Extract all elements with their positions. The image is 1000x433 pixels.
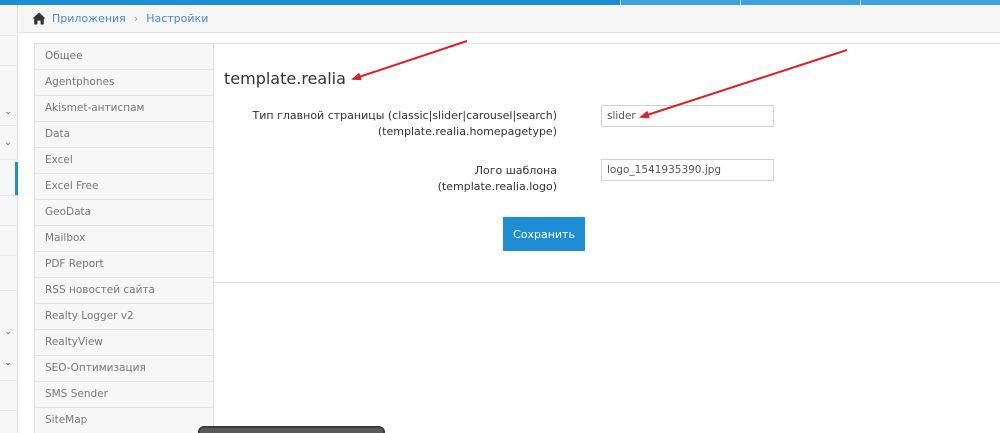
settings-item-data[interactable]: Data xyxy=(35,122,213,148)
settings-item-mailbox[interactable]: Mailbox xyxy=(35,226,213,252)
page-title: template.realia xyxy=(224,69,346,88)
settings-form-panel: template.realia Тип главной страницы (cl… xyxy=(214,43,1000,283)
homepagetype-label-text: Тип главной страницы (classic|slider|car… xyxy=(252,109,557,122)
settings-item-agentphones[interactable]: Agentphones xyxy=(35,70,213,96)
breadcrumb-link-apps[interactable]: Приложения xyxy=(52,12,126,25)
settings-item-rss[interactable]: RSS новостей сайта xyxy=(35,278,213,304)
settings-list: Общее Agentphones Akismet-антиспам Data … xyxy=(34,43,214,433)
divider xyxy=(0,410,18,411)
left-nav-collapsed: ⌄ ⌄ ⌄ ⌄ xyxy=(0,5,18,433)
home-icon[interactable] xyxy=(32,12,46,26)
settings-item-realtyview[interactable]: RealtyView xyxy=(35,330,213,356)
settings-item-sms-sender[interactable]: SMS Sender xyxy=(35,382,213,408)
logo-input[interactable] xyxy=(601,159,774,181)
bottom-popup-edge xyxy=(198,426,385,433)
content-empty-area xyxy=(214,284,1000,433)
divider xyxy=(0,65,18,66)
divider xyxy=(0,380,18,381)
divider xyxy=(0,290,18,291)
chevron-down-icon[interactable]: ⌄ xyxy=(2,137,14,149)
divider xyxy=(0,195,18,196)
save-button[interactable]: Сохранить xyxy=(503,217,585,251)
settings-item-general[interactable]: Общее xyxy=(35,44,213,70)
homepagetype-input[interactable] xyxy=(601,105,774,127)
logo-label: Лого шаблона (template.realia.logo) xyxy=(438,163,557,195)
divider xyxy=(0,255,18,256)
logo-key: (template.realia.logo) xyxy=(437,180,557,193)
breadcrumb-link-settings[interactable]: Настройки xyxy=(146,12,208,25)
chevron-down-icon[interactable]: ⌄ xyxy=(2,357,14,369)
settings-item-geodata[interactable]: GeoData xyxy=(35,200,213,226)
active-indicator xyxy=(15,162,18,196)
logo-label-text: Лого шаблона xyxy=(474,164,557,177)
homepagetype-label: Тип главной страницы (classic|slider|car… xyxy=(253,108,557,140)
settings-item-akismet[interactable]: Akismet-антиспам xyxy=(35,96,213,122)
settings-item-pdf-report[interactable]: PDF Report xyxy=(35,252,213,278)
divider xyxy=(0,225,18,226)
breadcrumb-separator: › xyxy=(133,12,139,25)
divider xyxy=(0,159,18,160)
settings-item-sitemap[interactable]: SiteMap xyxy=(35,408,213,433)
chevron-down-icon[interactable]: ⌄ xyxy=(2,106,14,118)
homepagetype-key: (template.realia.homepagetype) xyxy=(377,125,557,138)
settings-item-excel-free[interactable]: Excel Free xyxy=(35,174,213,200)
divider xyxy=(0,125,18,126)
breadcrumb: Приложения › Настройки xyxy=(19,5,1000,33)
divider xyxy=(0,35,18,36)
settings-item-excel[interactable]: Excel xyxy=(35,148,213,174)
chevron-down-icon[interactable]: ⌄ xyxy=(2,326,14,338)
settings-item-seo[interactable]: SEO-Оптимизация xyxy=(35,356,213,382)
settings-item-realty-logger[interactable]: Realty Logger v2 xyxy=(35,304,213,330)
